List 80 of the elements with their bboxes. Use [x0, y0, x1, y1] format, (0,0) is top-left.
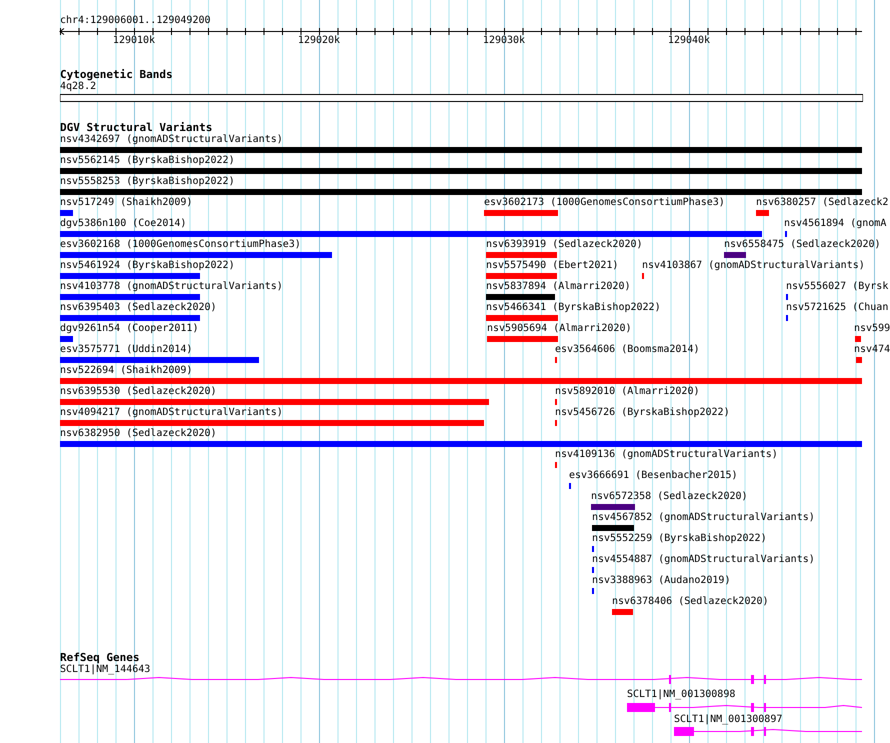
- variant-label: nsv4561894 (gnomA: [784, 218, 886, 230]
- variant-bar[interactable]: [486, 252, 557, 258]
- variant-label: esv3666691 (Besenbacher2015): [569, 470, 738, 482]
- variant-bar[interactable]: [486, 294, 555, 300]
- variant-bar[interactable]: [591, 504, 635, 510]
- track-title: RefSeq Genes: [60, 651, 140, 664]
- variant-label: nsv4109136 (gnomADStructuralVariants): [555, 449, 778, 461]
- variant-label: nsv522694 (Shaikh2009): [60, 365, 192, 377]
- variant-bar[interactable]: [487, 336, 558, 342]
- variant-label: nsv5461924 (ByrskaBishop2022): [60, 260, 235, 272]
- variant-label: nsv5552259 (ByrskaBishop2022): [592, 533, 767, 545]
- variant-bar[interactable]: [60, 252, 332, 258]
- tick-label: 129030k: [482, 35, 526, 47]
- variant-label: esv3602168 (1000GenomesConsortiumPhase3): [60, 239, 301, 251]
- variant-label: dgv9261n54 (Cooper2011): [60, 323, 198, 335]
- variant-label: nsv4094217 (gnomADStructuralVariants): [60, 407, 283, 419]
- variant-label: nsv5556027 (Byrsk: [786, 281, 888, 293]
- variant-label: nsv5558253 (ByrskaBishop2022): [60, 176, 235, 188]
- variant-label: nsv3388963 (Audano2019): [592, 575, 730, 587]
- variant-bar[interactable]: [60, 441, 862, 447]
- variant-label: nsv6382950 (Sedlazeck2020): [60, 428, 217, 440]
- variant-bar[interactable]: [592, 525, 634, 531]
- variant-bar[interactable]: [60, 231, 762, 237]
- tick-label: 129020k: [298, 35, 340, 47]
- variant-label: nsv5456726 (ByrskaBishop2022): [555, 407, 730, 419]
- variant-bar[interactable]: [60, 147, 862, 153]
- variant-label: nsv5466341 (ByrskaBishop2022): [486, 302, 661, 314]
- variant-label: nsv517249 (Shaikh2009): [60, 197, 192, 209]
- variant-bar[interactable]: [60, 420, 484, 426]
- variant-bar[interactable]: [612, 609, 633, 615]
- variant-label: nsv6572358 (Sedlazeck2020): [591, 491, 748, 503]
- variant-label: esv3564606 (Boomsma2014): [555, 344, 700, 356]
- variant-bar[interactable]: [724, 252, 746, 258]
- variant-bar[interactable]: [60, 336, 73, 342]
- variant-label: nsv6380257 (Sedlazeck2: [756, 197, 888, 209]
- variant-bar[interactable]: [60, 273, 200, 279]
- variant-bar[interactable]: [60, 399, 489, 405]
- variant-label: nsv6378406 (Sedlazeck2020): [612, 596, 769, 608]
- track-title: Cytogenetic Bands: [60, 68, 173, 81]
- transcript-label: SCLT1|NM_001300897: [674, 714, 782, 726]
- track-title: DGV Structural Variants: [60, 121, 212, 134]
- variant-bar[interactable]: [855, 336, 861, 342]
- region-label: chr4:129006001..129049200: [60, 15, 211, 26]
- variant-bar[interactable]: [60, 189, 862, 195]
- variant-bar[interactable]: [60, 210, 73, 216]
- tick-label: 129040k: [668, 35, 710, 47]
- variant-bar[interactable]: [486, 273, 557, 279]
- variant-label: nsv4342697 (gnomADStructuralVariants): [60, 134, 283, 146]
- variant-label: nsv4103778 (gnomADStructuralVariants): [60, 281, 283, 293]
- variant-label: nsv4103867 (gnomADStructuralVariants): [642, 260, 865, 272]
- variant-bar[interactable]: [60, 378, 862, 384]
- variant-bar[interactable]: [60, 357, 259, 363]
- variant-bar[interactable]: [60, 294, 200, 300]
- variant-label: nsv5837894 (Almarri2020): [486, 281, 630, 293]
- variant-label: nsv6395530 (Sedlazeck2020): [60, 386, 217, 398]
- variant-label: nsv5905694 (Almarri2020): [487, 323, 632, 335]
- variant-label: nsv599: [854, 323, 890, 335]
- variant-bar[interactable]: [60, 315, 200, 321]
- variant-label: nsv6393919 (Sedlazeck2020): [486, 239, 643, 251]
- variant-bar[interactable]: [60, 168, 862, 174]
- variant-label: esv3575771 (Uddin2014): [60, 344, 192, 356]
- transcript-label: SCLT1|NM_001300898: [627, 689, 736, 701]
- variant-label: nsv4554887 (gnomADStructuralVariants): [592, 554, 815, 566]
- variant-label: nsv6558475 (Sedlazeck2020): [724, 239, 881, 251]
- variant-label: nsv4567852 (gnomADStructuralVariants): [592, 512, 815, 524]
- variant-bar[interactable]: [486, 315, 558, 321]
- variant-label: nsv5721625 (Chuan: [786, 302, 888, 314]
- tick-label: 129010k: [112, 35, 156, 47]
- variant-label: esv3602173 (1000GenomesConsortiumPhase3): [484, 197, 725, 209]
- variant-label: nsv5892010 (Almarri2020): [555, 386, 700, 398]
- variant-bar[interactable]: [484, 210, 558, 216]
- variant-label: nsv5575490 (Ebert2021): [486, 260, 618, 272]
- transcript-label: SCLT1|NM_144643: [60, 664, 150, 675]
- variant-label: nsv5562145 (ByrskaBishop2022): [60, 155, 235, 167]
- variant-label: nsv6395403 (Sedlazeck2020): [60, 302, 217, 314]
- variant-bar[interactable]: [856, 357, 862, 363]
- band-label: 4q28.2: [60, 81, 96, 92]
- variant-label: dgv5386n100 (Coe2014): [60, 218, 186, 230]
- variant-label: nsv474: [854, 344, 890, 356]
- variant-bar[interactable]: [756, 210, 769, 216]
